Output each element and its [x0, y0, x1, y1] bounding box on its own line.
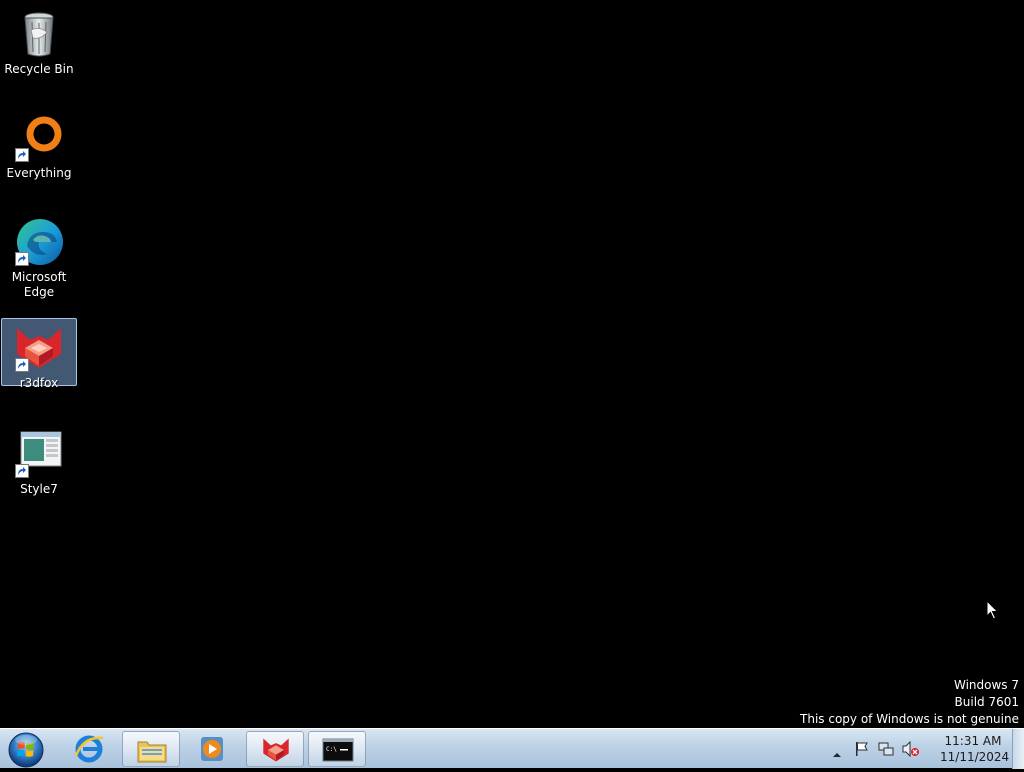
desktop-icon-style7[interactable]: Style7 — [1, 424, 77, 497]
shortcut-arrow-icon — [15, 148, 29, 162]
taskbar-button-media-player[interactable] — [184, 731, 242, 767]
taskbar-button-file-explorer[interactable] — [122, 731, 180, 767]
show-hidden-icons-arrow-icon[interactable] — [832, 744, 842, 763]
r3dfox-icon — [13, 322, 65, 374]
action-center-flag-icon[interactable] — [854, 741, 870, 761]
command-prompt-icon: C:\ — [322, 735, 354, 769]
desktop-icon-label: Recycle Bin — [4, 62, 74, 76]
clock-date: 11/11/2024 — [940, 750, 1010, 764]
watermark-build: Build 7601 — [954, 695, 1019, 709]
watermark-genuine-notice: This copy of Windows is not genuine — [800, 712, 1019, 726]
taskbar-button-r3dfox[interactable] — [246, 731, 304, 767]
svg-text:C:\: C:\ — [326, 746, 337, 753]
windows-start-orb-icon — [8, 732, 44, 768]
desktop-icon-label: r3dfox — [19, 376, 59, 390]
system-tray: 11:31 AM 11/11/2024 — [818, 729, 1010, 769]
media-player-icon — [197, 734, 229, 768]
desktop[interactable]: Recycle Bin Everything Microsoft Edge r3… — [0, 0, 1024, 728]
volume-muted-icon[interactable] — [902, 740, 920, 761]
network-icon[interactable] — [878, 741, 894, 761]
taskbar-button-internet-explorer[interactable] — [60, 731, 118, 767]
desktop-icon-everything[interactable]: Everything — [1, 108, 77, 181]
shortcut-arrow-icon — [15, 464, 29, 478]
show-desktop-button[interactable] — [1012, 729, 1024, 769]
desktop-icon-label: Style7 — [20, 482, 58, 496]
shortcut-arrow-icon — [15, 358, 29, 372]
mouse-cursor-icon — [986, 599, 1000, 624]
desktop-icon-r3dfox[interactable]: r3dfox — [1, 318, 77, 390]
taskbar: C:\ 11:31 AM 11/11/2024 — [0, 728, 1024, 769]
style7-icon — [13, 428, 65, 480]
edge-icon — [13, 216, 65, 268]
desktop-icon-label: Microsoft Edge — [11, 270, 67, 299]
desktop-icon-recycle-bin[interactable]: Recycle Bin — [1, 4, 77, 77]
recycle-bin-icon — [13, 8, 65, 60]
start-button[interactable] — [5, 730, 45, 768]
r3dfox-icon — [260, 735, 292, 769]
windows-watermark: Windows 7 Build 7601 This copy of Window… — [800, 677, 1019, 728]
shortcut-arrow-icon — [15, 252, 29, 266]
taskbar-clock[interactable]: 11:31 AM 11/11/2024 — [940, 733, 1010, 765]
taskbar-button-command-prompt[interactable]: C:\ — [308, 731, 366, 767]
desktop-icon-label: Everything — [6, 166, 72, 180]
internet-explorer-icon — [73, 734, 105, 768]
desktop-icon-microsoft-edge[interactable]: Microsoft Edge — [1, 212, 77, 300]
everything-icon — [13, 112, 65, 164]
clock-time: 11:31 AM — [944, 734, 1002, 748]
file-explorer-icon — [136, 735, 168, 769]
watermark-os-name: Windows 7 — [953, 678, 1019, 692]
